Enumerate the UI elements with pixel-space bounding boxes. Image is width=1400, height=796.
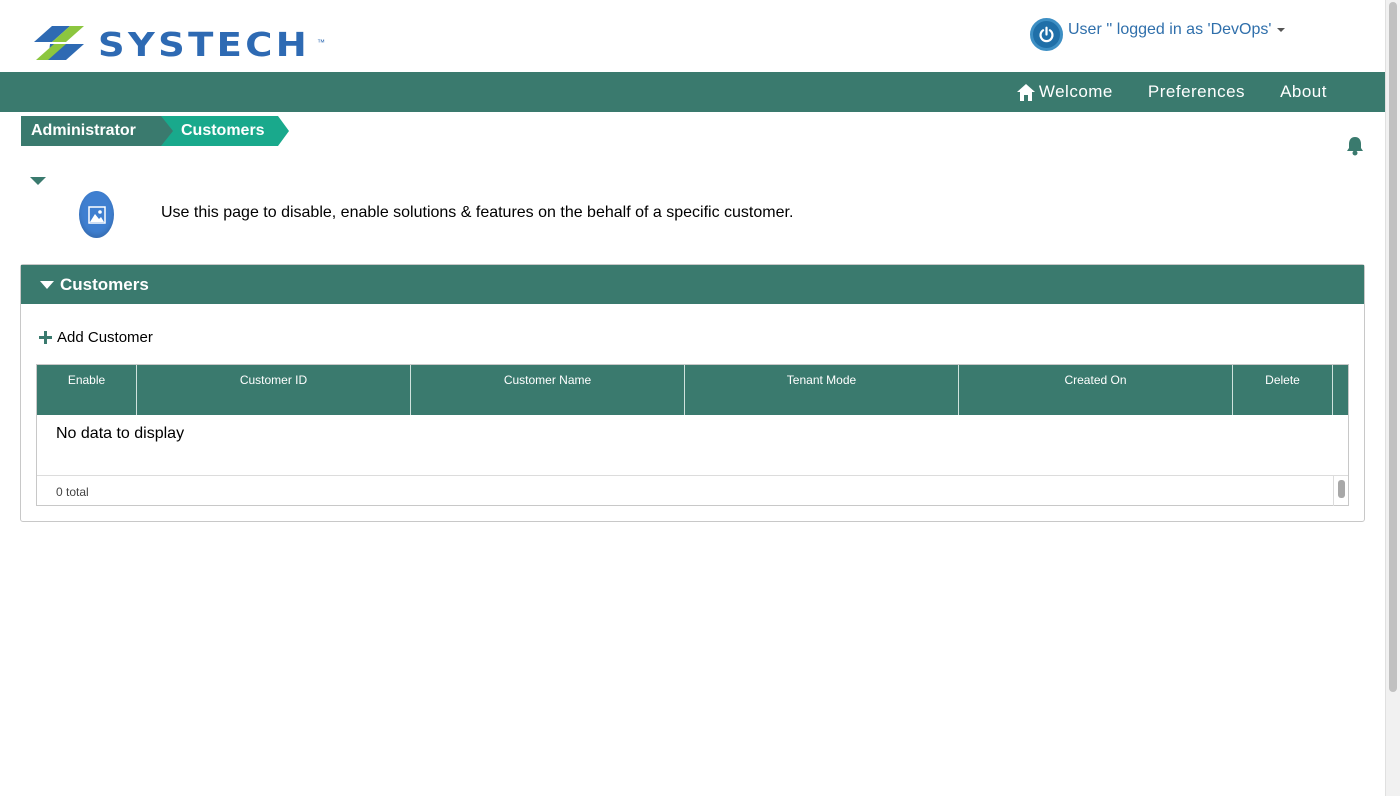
user-login-text: User '' logged in as 'DevOps' (1068, 21, 1272, 38)
image-icon (79, 191, 114, 238)
empty-message: No data to display (56, 425, 185, 442)
user-menu[interactable]: User '' logged in as 'DevOps' (1030, 18, 1286, 52)
table-scrollbar[interactable] (1333, 476, 1348, 506)
page-scrollbar-thumb[interactable] (1389, 2, 1397, 692)
column-header-customer-id[interactable]: Customer ID (137, 365, 411, 415)
page-description: Use this page to disable, enable solutio… (161, 204, 794, 221)
column-header-customer-name[interactable]: Customer Name (411, 365, 685, 415)
logo-text: SYSTECH (98, 25, 311, 64)
home-icon (1016, 83, 1035, 101)
add-customer-button[interactable]: Add Customer (39, 329, 153, 346)
collapse-toggle-icon[interactable] (30, 177, 46, 185)
table-header: Enable Customer ID Customer Name Tenant … (37, 365, 1348, 415)
page-scrollbar[interactable] (1385, 0, 1400, 796)
power-icon[interactable] (1030, 18, 1063, 51)
customers-panel-title: Customers (60, 274, 149, 294)
plus-icon (39, 331, 52, 344)
nav-welcome-label: Welcome (1038, 82, 1113, 101)
breadcrumb-arrow (278, 116, 289, 146)
breadcrumb-administrator[interactable]: Administrator (21, 116, 161, 146)
nav-about-label: About (1280, 82, 1327, 101)
column-header-created-on[interactable]: Created On (959, 365, 1233, 415)
total-count: 0 total (56, 485, 89, 499)
user-login-label[interactable]: User '' logged in as 'DevOps' (1068, 21, 1286, 39)
systech-logo[interactable]: SYSTECH ™ (32, 22, 332, 64)
customers-table: Enable Customer ID Customer Name Tenant … (36, 364, 1349, 506)
logo-mark-icon (34, 26, 84, 60)
nav-about[interactable]: About (1280, 82, 1327, 102)
column-header-enable[interactable]: Enable (37, 365, 137, 415)
nav-preferences-label: Preferences (1147, 82, 1246, 101)
breadcrumb-arrow (161, 116, 173, 146)
logo-trademark: ™ (317, 38, 325, 47)
bell-icon[interactable] (1345, 136, 1365, 156)
customers-panel: Customers Add Customer Enable Customer I… (20, 264, 1365, 522)
chevron-down-icon (1277, 27, 1286, 32)
table-scrollbar-thumb[interactable] (1338, 480, 1345, 498)
column-header-delete[interactable]: Delete (1233, 365, 1333, 415)
table-footer: 0 total (37, 475, 1348, 506)
customers-panel-header[interactable]: Customers (21, 265, 1364, 304)
column-header-tenant-mode[interactable]: Tenant Mode (685, 365, 959, 415)
add-customer-label: Add Customer (57, 329, 153, 346)
nav-preferences[interactable]: Preferences (1148, 82, 1245, 102)
nav-welcome[interactable]: Welcome (1016, 82, 1113, 102)
caret-down-icon (40, 280, 54, 289)
main-navbar: Welcome Preferences About (0, 72, 1385, 112)
